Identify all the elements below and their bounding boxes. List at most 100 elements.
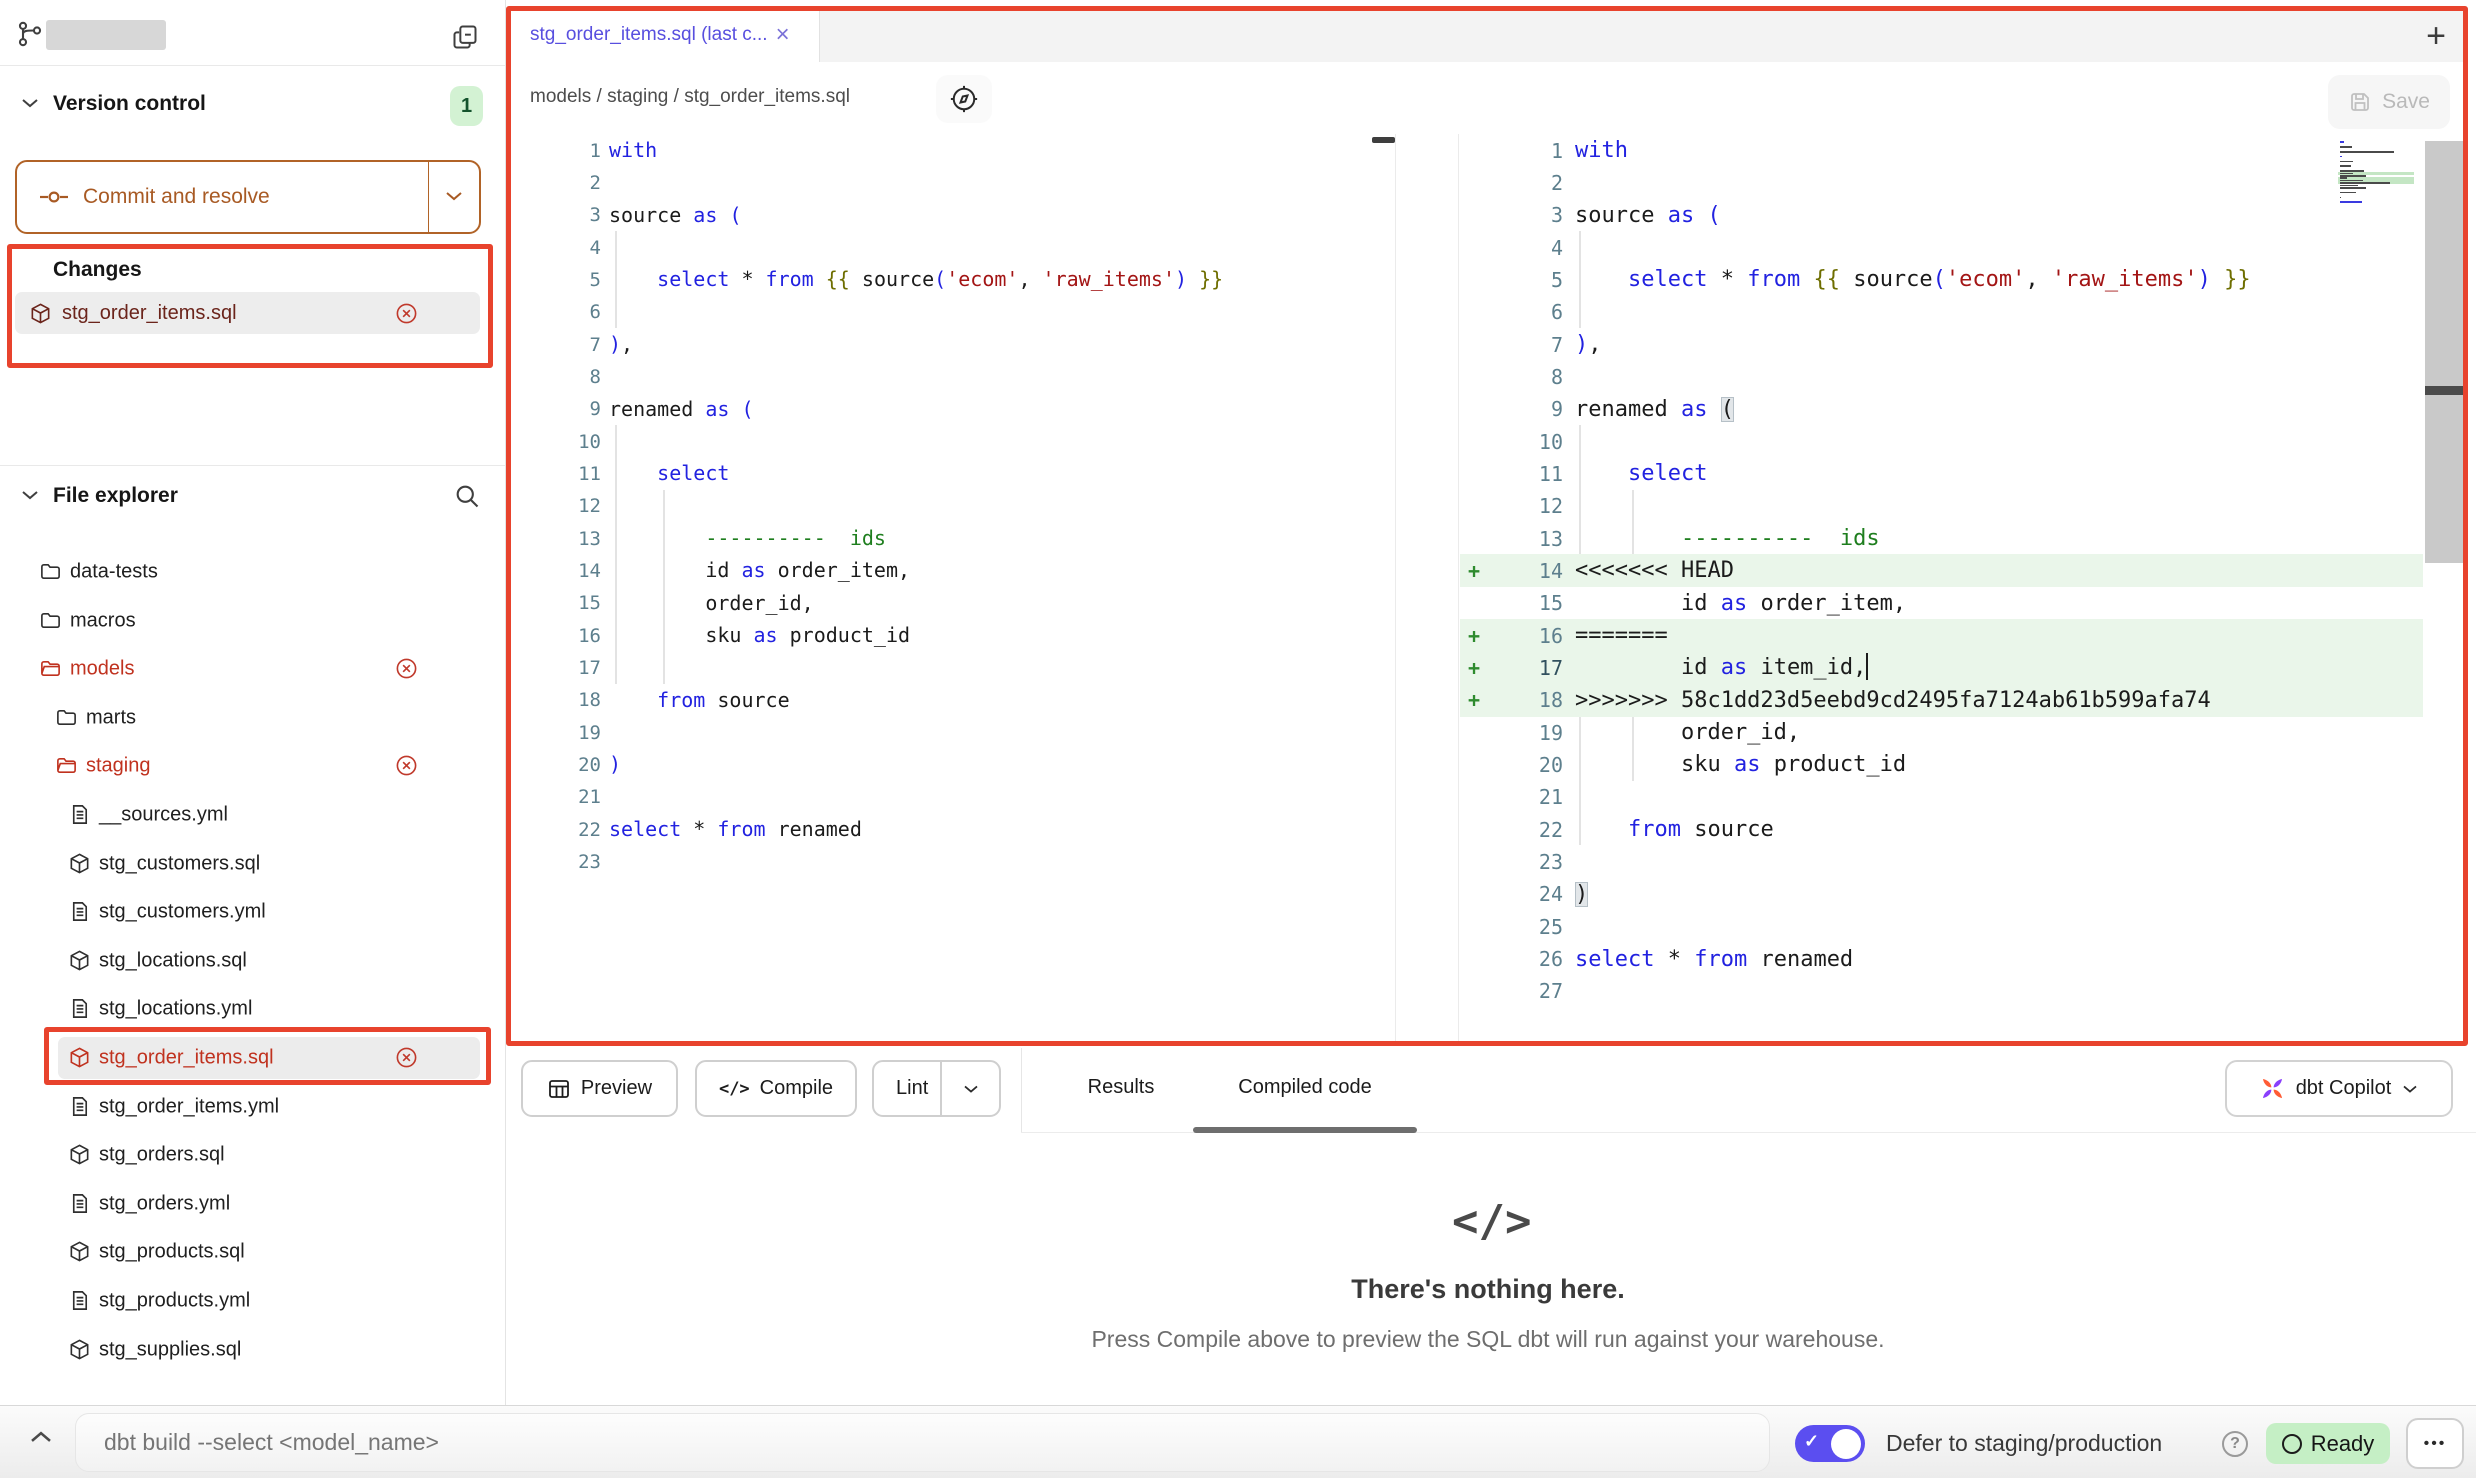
empty-state-subtitle: Press Compile above to preview the SQL d… (250, 1326, 2476, 1353)
tree-item-stg_customers.yml[interactable]: stg_customers.yml (0, 888, 505, 936)
tree-item-stg_order_items.sql[interactable]: stg_order_items.sql (0, 1034, 505, 1082)
code-line: 20 sku as product_id (1460, 748, 2423, 781)
git-commit-icon (39, 185, 69, 209)
lint-dropdown-chevron-icon[interactable] (940, 1062, 999, 1115)
changes-count-badge: 1 (450, 86, 483, 126)
sidebar: Version control 1 Commit and resolve Cha… (0, 0, 506, 1405)
text-cursor (1866, 653, 1868, 680)
copy-icon[interactable] (451, 23, 479, 51)
lint-button[interactable]: Lint (872, 1060, 1001, 1117)
tab-results[interactable]: Results (1088, 1076, 1155, 1099)
line-number: 8 (513, 366, 601, 388)
tree-item-data-tests[interactable]: data-tests (0, 548, 505, 596)
code-text: from source (609, 684, 790, 717)
tree-item-stg_locations.yml[interactable]: stg_locations.yml (0, 985, 505, 1033)
code-pane-working[interactable]: 1with23source as (45 select * from {{ so… (1460, 134, 2423, 1043)
save-floppy-icon (2348, 90, 2372, 114)
minimap[interactable] (2338, 141, 2418, 211)
new-tab-plus-icon[interactable]: + (2426, 19, 2446, 53)
code-line: 13 ---------- ids (1460, 522, 2423, 555)
help-question-icon[interactable]: ? (2222, 1431, 2248, 1457)
expand-caret-icon[interactable] (28, 1428, 54, 1446)
code-line: 5 select * from {{ source('ecom', 'raw_i… (513, 263, 1395, 296)
revert-circle-x-icon[interactable] (395, 657, 418, 680)
revert-circle-x-icon[interactable] (395, 1046, 418, 1069)
tree-item-label: stg_products.yml (99, 1290, 250, 1313)
left-pane-scrollbar-thumb[interactable] (1372, 137, 1395, 143)
file-explorer-chevron-icon[interactable] (20, 488, 40, 502)
diff-added-icon: + (1468, 688, 1480, 712)
dbt-copilot-button[interactable]: dbt Copilot (2225, 1060, 2453, 1117)
revert-circle-x-icon[interactable] (395, 754, 418, 777)
save-button[interactable]: Save (2328, 75, 2450, 129)
code-line: +18>>>>>>> 58c1dd23d5eebd9cd2495fa7124ab… (1460, 684, 2423, 717)
code-pane-original[interactable]: 1with23source as (45 select * from {{ so… (513, 134, 1395, 1043)
active-tab-underline (1193, 1127, 1417, 1133)
commit-and-resolve-button[interactable]: Commit and resolve (15, 160, 481, 234)
commit-dropdown-chevron-icon[interactable] (444, 189, 464, 203)
model-icon (68, 949, 91, 972)
more-options-button[interactable]: ••• (2406, 1418, 2464, 1469)
tree-item-models[interactable]: models (0, 645, 505, 693)
tree-item-__sources.yml[interactable]: __sources.yml (0, 791, 505, 839)
line-number: 13 (513, 528, 601, 550)
code-text: <<<<<<< HEAD (1575, 554, 1734, 587)
code-text: ) (1575, 878, 1588, 911)
redacted-branch-name (46, 20, 166, 50)
git-branch-icon[interactable] (16, 20, 44, 48)
command-input[interactable]: dbt build --select <model_name> (75, 1413, 1770, 1472)
version-control-title: Version control (53, 92, 206, 116)
code-line: 4 (513, 231, 1395, 264)
code-text: renamed as ( (609, 393, 754, 426)
tree-item-stg_customers.sql[interactable]: stg_customers.sql (0, 840, 505, 888)
minimap-line (2340, 156, 2342, 158)
tree-item-stg_order_items.yml[interactable]: stg_order_items.yml (0, 1083, 505, 1131)
tree-item-label: marts (86, 706, 136, 729)
lineage-compass-button[interactable] (936, 75, 992, 123)
tree-item-stg_locations.sql[interactable]: stg_locations.sql (0, 937, 505, 985)
search-icon[interactable] (453, 482, 481, 510)
model-icon (68, 852, 91, 875)
code-line: 24) (1460, 878, 2423, 911)
tree-item-stg_orders.yml[interactable]: stg_orders.yml (0, 1180, 505, 1228)
tree-item-stg_products.sql[interactable]: stg_products.sql (0, 1228, 505, 1276)
line-number: 24 (1460, 882, 1563, 906)
code-text: sku as product_id (1575, 748, 1906, 781)
changed-file-item[interactable]: stg_order_items.sql (15, 292, 480, 334)
line-number: 23 (513, 851, 601, 873)
tab-stg-order-items[interactable]: stg_order_items.sql (last c... × (508, 8, 820, 62)
line-number: 15 (513, 592, 601, 614)
tree-item-macros[interactable]: macros (0, 597, 505, 645)
tab-close-icon[interactable]: × (776, 23, 790, 47)
tree-item-staging[interactable]: staging (0, 742, 505, 790)
editor-scrollbar-thumb[interactable] (2425, 141, 2467, 563)
code-text: select * from {{ source('ecom', 'raw_ite… (609, 263, 1223, 296)
preview-button[interactable]: Preview (521, 1060, 678, 1117)
line-number: 21 (513, 786, 601, 808)
tree-item-label: stg_supplies.sql (99, 1338, 241, 1361)
defer-toggle[interactable]: ✓ (1795, 1425, 1865, 1462)
compile-button[interactable]: </> Compile (695, 1060, 857, 1117)
doc-icon (68, 803, 91, 826)
code-line: 18 from source (513, 684, 1395, 717)
folder-icon (39, 609, 62, 632)
code-line: 3source as ( (1460, 199, 2423, 232)
defer-label: Defer to staging/production (1886, 1430, 2162, 1457)
code-line: 19 (513, 716, 1395, 749)
ready-status-badge[interactable]: Ready (2266, 1423, 2390, 1464)
copilot-chevron-icon (2401, 1083, 2419, 1095)
tree-item-label: models (70, 658, 134, 681)
code-line: 15 order_id, (513, 587, 1395, 620)
tree-item-stg_orders.sql[interactable]: stg_orders.sql (0, 1131, 505, 1179)
ready-circle-icon (2282, 1434, 2302, 1454)
tree-item-marts[interactable]: marts (0, 694, 505, 742)
code-line: 2 (513, 166, 1395, 199)
code-text: sku as product_id (609, 619, 910, 652)
tab-compiled-code[interactable]: Compiled code (1238, 1076, 1371, 1099)
revert-circle-x-icon[interactable] (395, 302, 418, 325)
diff-added-icon: + (1468, 559, 1480, 583)
line-number: 6 (1460, 300, 1563, 324)
version-control-chevron-icon[interactable] (20, 96, 40, 110)
model-icon (68, 1143, 91, 1166)
folder-open-icon (55, 754, 78, 777)
